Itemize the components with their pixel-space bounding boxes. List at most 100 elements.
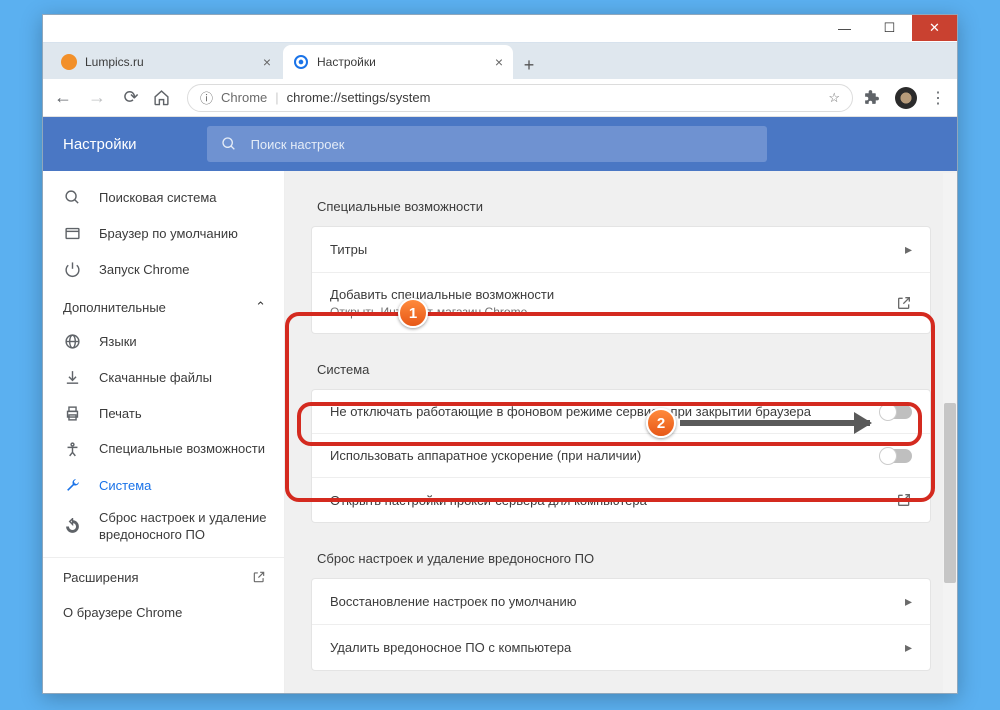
url-path: chrome://settings/system [287,90,431,105]
extensions-label: Расширения [63,570,139,585]
sidebar-label: Браузер по умолчанию [99,226,238,241]
row-proxy-settings[interactable]: Открыть настройки прокси-сервера для ком… [312,478,930,522]
row-label: Добавить специальные возможности [330,287,554,302]
settings-sidebar: Поисковая система Браузер по умолчанию З… [43,117,285,693]
window-titlebar: — ☐ ✕ [43,15,957,43]
sidebar-item-extensions[interactable]: Расширения [43,558,284,593]
settings-header: Настройки Поиск настроек [43,117,957,171]
new-tab-button[interactable]: + [515,51,543,79]
menu-icon[interactable]: ⋮ [927,88,949,108]
power-icon [63,260,81,278]
content-area: Настройки Поиск настроек Поисковая систе… [43,117,957,693]
sidebar-item-search-engine[interactable]: Поисковая система [43,179,284,215]
home-button[interactable] [153,89,177,106]
wrench-icon [63,476,81,494]
callout-1: 1 [398,298,428,328]
external-link-icon [896,492,912,508]
accessibility-icon [63,440,81,458]
close-button[interactable]: ✕ [912,15,957,41]
sidebar-label: Печать [99,406,142,421]
search-settings-input[interactable]: Поиск настроек [207,126,767,162]
bookmark-star-icon[interactable]: ☆ [828,90,840,106]
chevron-up-icon: ⌃ [255,299,266,315]
reset-card: Восстановление настроек по умолчанию ▸ У… [311,578,931,671]
row-restore-defaults[interactable]: Восстановление настроек по умолчанию ▸ [312,579,930,625]
annotation-arrow [680,420,870,426]
minimize-button[interactable]: — [822,15,867,41]
about-label: О браузере Chrome [63,605,182,620]
row-background-apps[interactable]: Не отключать работающие в фоновом режиме… [312,390,930,434]
row-label: Удалить вредоносное ПО с компьютера [330,640,571,655]
close-tab-icon[interactable]: × [263,54,271,70]
reload-button[interactable]: ⟳ [119,87,143,108]
chevron-right-icon: ▸ [905,241,912,258]
sidebar-label: Скачанные файлы [99,370,212,385]
chrome-label: Chrome [221,90,267,105]
address-bar[interactable]: ⓘ Chrome | chrome://settings/system ☆ [187,84,853,112]
sidebar-item-default-browser[interactable]: Браузер по умолчанию [43,215,284,251]
search-icon [63,188,81,206]
scrollbar[interactable] [943,173,957,693]
tab-settings[interactable]: Настройки × [283,45,513,79]
system-card: Не отключать работающие в фоновом режиме… [311,389,931,523]
sidebar-advanced-toggle[interactable]: Дополнительные ⌃ [43,287,284,323]
row-sublabel: Открыть Интернет-магазин Chrome [330,305,554,319]
external-link-icon [896,295,912,311]
maximize-button[interactable]: ☐ [867,15,912,41]
external-link-icon [252,570,266,584]
tab-title: Настройки [317,55,376,69]
row-label: Использовать аппаратное ускорение (при н… [330,448,641,463]
tab-lumpics[interactable]: Lumpics.ru × [51,45,281,79]
profile-avatar[interactable] [895,87,917,109]
sidebar-label: Языки [99,334,137,349]
back-button[interactable]: ← [51,87,75,108]
sidebar-label: Поисковая система [99,190,217,205]
row-label: Титры [330,242,367,257]
sidebar-label: Запуск Chrome [99,262,190,277]
sidebar-item-about[interactable]: О браузере Chrome [43,593,284,628]
close-tab-icon[interactable]: × [495,54,503,70]
tab-strip: Lumpics.ru × Настройки × + [43,43,957,79]
sidebar-item-downloads[interactable]: Скачанные файлы [43,359,284,395]
sidebar-item-accessibility[interactable]: Специальные возможности [43,431,284,467]
forward-button[interactable]: → [85,87,109,108]
browser-window: — ☐ ✕ Lumpics.ru × Настройки × + ← → ⟳ ⓘ… [42,14,958,694]
row-label: Открыть настройки прокси-сервера для ком… [330,493,647,508]
sidebar-item-startup[interactable]: Запуск Chrome [43,251,284,287]
toolbar: ← → ⟳ ⓘ Chrome | chrome://settings/syste… [43,79,957,117]
sidebar-item-reset[interactable]: Сброс настроек и удаление вредоносного П… [43,503,284,551]
row-label: Восстановление настроек по умолчанию [330,594,577,609]
section-title-system: Система [311,352,931,389]
toggle-switch[interactable] [880,405,912,419]
divider: | [275,90,278,105]
callout-2: 2 [646,408,676,438]
section-title-accessibility: Специальные возможности [311,189,931,226]
chevron-right-icon: ▸ [905,593,912,610]
globe-icon [63,332,81,350]
sidebar-item-print[interactable]: Печать [43,395,284,431]
favicon-icon [293,54,309,70]
tab-title: Lumpics.ru [85,55,144,69]
advanced-label: Дополнительные [63,300,166,315]
sidebar-item-system[interactable]: Система [43,467,284,503]
settings-main: Специальные возможности Титры ▸ Добавить… [285,117,957,693]
sidebar-label: Сброс настроек и удаление вредоносного П… [99,510,274,544]
favicon-icon [61,54,77,70]
row-cleanup[interactable]: Удалить вредоносное ПО с компьютера ▸ [312,625,930,670]
search-icon [221,136,237,152]
extensions-icon[interactable] [863,89,885,106]
row-label: Не отключать работающие в фоновом режиме… [330,404,811,419]
sidebar-item-languages[interactable]: Языки [43,323,284,359]
toggle-switch[interactable] [880,449,912,463]
row-hardware-acceleration[interactable]: Использовать аппаратное ускорение (при н… [312,434,930,478]
chevron-right-icon: ▸ [905,639,912,656]
settings-title: Настройки [63,136,137,153]
row-captions[interactable]: Титры ▸ [312,227,930,273]
print-icon [63,404,81,422]
search-placeholder: Поиск настроек [251,137,345,152]
site-info-icon[interactable]: ⓘ [200,88,213,107]
browser-icon [63,224,81,242]
sidebar-label: Специальные возможности [99,441,265,458]
scrollbar-thumb[interactable] [944,403,956,583]
section-title-reset: Сброс настроек и удаление вредоносного П… [311,541,931,578]
